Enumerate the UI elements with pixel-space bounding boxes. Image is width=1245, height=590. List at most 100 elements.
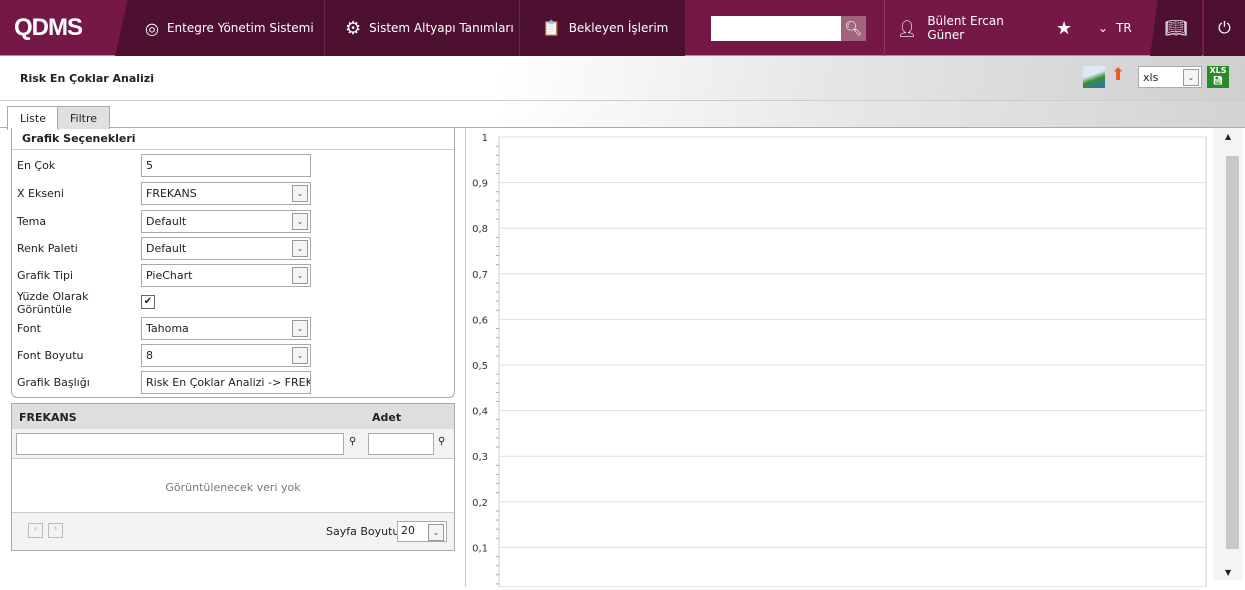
field-label: Grafik Başlığı [17,376,90,389]
field-value: FREKANS [146,187,197,200]
y-tick-label: 0,2 [472,498,488,509]
option-row: Renk Paleti Default ⌄ [17,237,447,260]
tab-filtre[interactable]: Filtre [57,106,111,129]
qdms-logo[interactable]: QDMS [14,14,83,42]
gear-icon: ⚙ [345,17,362,39]
page-size-select[interactable]: 20 ⌄ [397,521,447,542]
logo-area: QDMS [0,0,130,56]
percent-checkbox[interactable]: ✔ [141,295,155,309]
nav-entegre[interactable]: ◎ Entegre Yönetim Sistemi [115,0,325,56]
y-tick-label: 0,5 [472,361,488,372]
field-value: PieChart [146,269,193,282]
user-menu[interactable]: 👤︎ Bülent Ercan Güner [884,0,1044,56]
field-value: Tahoma [146,322,189,335]
help-book-icon[interactable]: 📖︎ [1150,0,1202,56]
y-tick-label: 0,7 [472,270,488,281]
option-row: Grafik Başlığı Risk En Çoklar Analizi -> … [17,371,447,394]
next-page-button[interactable]: › [48,523,63,538]
user-icon: 👤︎ [897,18,918,38]
option-row: Yüzde Olarak Görüntüle ✔ [17,289,447,316]
option-select[interactable]: 8 ⌄ [141,344,311,367]
field-label: Font Boyutu [17,349,84,362]
chart-icon[interactable] [1083,66,1105,88]
search-button[interactable]: 🔍︎ [841,16,866,41]
field-label: Font [17,322,41,335]
page-size-label: Sayfa Boyutu: [326,525,404,538]
chevron-down-icon: ⌄ [428,524,444,541]
nav-label: Bekleyen İşlerim [568,21,669,35]
user-name: Bülent Ercan Güner [927,14,1004,42]
option-row: Grafik Tipi PieChart ⌄ [17,264,447,287]
field-value: Default [146,215,187,228]
filter-icon[interactable]: ⚲ [438,436,445,447]
chevron-down-icon: ⌄ [1183,69,1199,86]
format-value: xls [1143,71,1159,84]
xls-save-icon[interactable]: XLS 💾︎ [1207,66,1229,88]
option-select[interactable]: Default ⌄ [141,237,311,260]
column-header-adet[interactable]: Adet [372,411,401,424]
chevron-down-icon: ⌄ [292,320,308,337]
tab-bar: Liste Filtre [0,101,1245,130]
option-select[interactable]: Tahoma ⌄ [141,317,311,340]
field-label: Tema [17,215,47,228]
option-row: En Çok 5 [17,154,447,177]
empty-message: Görüntülenecek veri yok [12,459,454,513]
y-tick-label: 0,4 [472,407,488,418]
chevron-down-icon: ⌄ [292,185,308,202]
search-icon: 🔍︎ [844,20,863,37]
scroll-thumb[interactable] [1226,156,1239,549]
filter-icon[interactable]: ⚲ [349,436,356,447]
page-size-value: 20 [401,524,415,537]
y-tick-label: 0,1 [472,543,488,554]
data-grid: FREKANS Adet ⚲ ⚲ Görüntülenecek veri yok… [11,403,455,551]
language-select[interactable]: ⌄ TR [1098,0,1132,56]
prev-page-button[interactable]: ‹ [28,523,43,538]
option-row: Font Boyutu 8 ⌄ [17,344,447,367]
field-label: Yüzde Olarak Görüntüle [17,289,89,316]
tab-liste[interactable]: Liste [7,106,59,130]
page-toolbar: Risk En Çoklar Analizi ⬆ xls ⌄ XLS 💾︎ [0,56,1245,101]
field-value: 8 [146,349,153,362]
option-select[interactable]: Default ⌄ [141,210,311,233]
search-input[interactable] [711,16,841,41]
export-upload-icon[interactable]: ⬆ [1111,65,1125,85]
scroll-up-arrow[interactable]: ▲ [1225,132,1231,141]
chevron-down-icon: ⌄ [292,213,308,230]
option-row: X Ekseni FREKANS ⌄ [17,182,447,205]
chevron-down-icon: ⌄ [292,267,308,284]
power-icon[interactable]: ⏻ [1203,0,1245,56]
favorites-star-icon[interactable]: ★ [1056,0,1072,56]
top-header: QDMS ◎ Entegre Yönetim Sistemi ⚙ Sistem Al… [0,0,1245,56]
option-row: Tema Default ⌄ [17,210,447,233]
vertical-scrollbar[interactable]: ▲ ▼ [1213,128,1243,580]
option-row: Font Tahoma ⌄ [17,317,447,340]
nav-bekleyen[interactable]: 📋 Bekleyen İşlerim [520,0,685,56]
y-tick-label: 0,6 [472,315,488,326]
option-input[interactable]: 5 [141,154,311,177]
panel-title: Grafik Seçenekleri [12,128,454,150]
clipboard-icon: 📋 [542,19,561,37]
column-header-frekans[interactable]: FREKANS [19,411,77,424]
nav-label: Entegre Yönetim Sistemi [166,21,314,35]
option-select[interactable]: FREKANS ⌄ [141,182,311,205]
chart-options-panel: Grafik Seçenekleri En Çok 5 X Ekseni FREKAN… [11,128,455,398]
field-label: Renk Paleti [17,242,78,255]
search-box: 🔍︎ [711,16,866,41]
language-label: TR [1116,21,1132,35]
export-format-select[interactable]: xls ⌄ [1138,66,1202,88]
field-value: Risk En Çoklar Analizi -> FREKAN [146,376,311,389]
y-tick-label: 0,8 [472,224,488,235]
option-select[interactable]: PieChart ⌄ [141,264,311,287]
frekans-filter-input[interactable] [16,433,344,455]
adet-filter-input[interactable] [368,433,434,455]
y-tick-label: 0,3 [472,452,488,463]
plot-area [498,136,1207,588]
chevron-down-icon: ⌄ [1098,21,1109,35]
chart-area: 0,1 0,2 0,3 0,4 0,5 0,6 0,7 0,8 0,9 1 [465,128,1213,588]
y-tick-label: 0,9 [472,179,488,190]
option-input[interactable]: Risk En Çoklar Analizi -> FREKAN [141,371,311,394]
field-label: En Çok [17,159,56,172]
nav-sistem[interactable]: ⚙ Sistem Altyapı Tanımları [325,0,520,56]
scroll-down-arrow[interactable]: ▼ [1225,568,1231,577]
field-label: Grafik Tipi [17,269,74,282]
